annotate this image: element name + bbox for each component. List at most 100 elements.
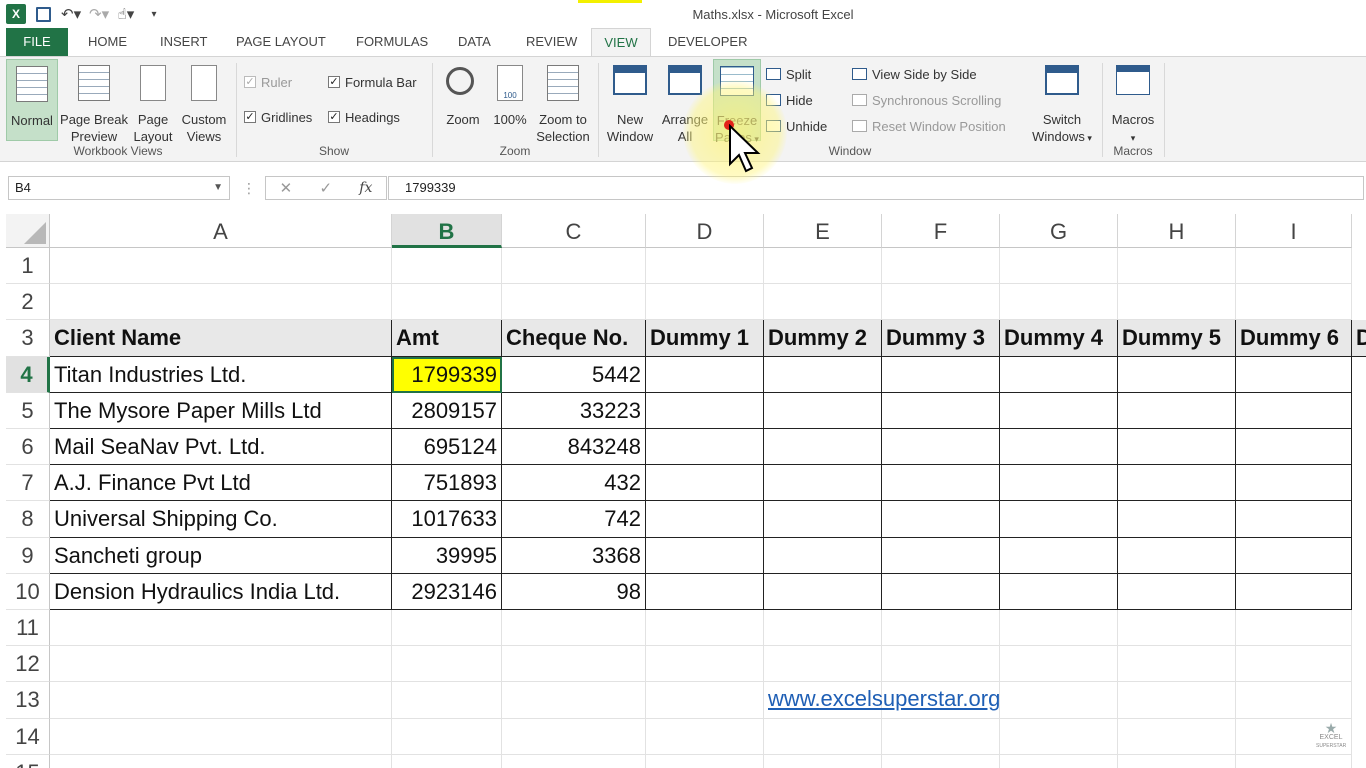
cell-a11[interactable] <box>50 610 392 647</box>
zoom-button[interactable]: Zoom <box>440 59 486 141</box>
cell-g5[interactable] <box>1000 392 1118 429</box>
view-side-by-side-button[interactable]: View Side by Side <box>852 65 977 83</box>
headings-checkbox[interactable]: ✓ Headings <box>328 108 400 126</box>
row-header-9[interactable]: 9 <box>6 537 50 574</box>
cell-f3[interactable]: Dummy 3 <box>882 320 1000 357</box>
cell-d10[interactable] <box>646 573 764 610</box>
custom-views-button[interactable]: Custom Views <box>178 59 230 144</box>
cell-g9[interactable] <box>1000 537 1118 574</box>
gridlines-checkbox[interactable]: ✓ Gridlines <box>244 108 312 126</box>
select-all-button[interactable] <box>6 214 50 248</box>
cell-d15[interactable] <box>646 754 764 768</box>
cell-f14[interactable] <box>882 718 1000 755</box>
cell-e6[interactable] <box>764 429 882 466</box>
cell-f6[interactable] <box>882 429 1000 466</box>
unhide-button[interactable]: Unhide <box>766 117 827 135</box>
cell-h3[interactable]: Dummy 5 <box>1118 320 1236 357</box>
cell-a8[interactable]: Universal Shipping Co. <box>50 501 392 538</box>
cell-g7[interactable] <box>1000 465 1118 502</box>
column-header-d[interactable]: D <box>646 214 764 248</box>
macros-button[interactable]: Macros ▾ <box>1106 59 1160 143</box>
row-header-11[interactable]: 11 <box>6 610 50 647</box>
row-header-8[interactable]: 8 <box>6 501 50 538</box>
cell-d8[interactable] <box>646 501 764 538</box>
cell-c11[interactable] <box>502 610 646 647</box>
cell-c2[interactable] <box>502 284 646 321</box>
ruler-checkbox[interactable]: ✓ Ruler <box>244 73 292 91</box>
row-header-2[interactable]: 2 <box>6 284 50 321</box>
cell-b11[interactable] <box>392 610 502 647</box>
cell-i15[interactable] <box>1236 754 1352 768</box>
cell-i10[interactable] <box>1236 573 1352 610</box>
cell-g6[interactable] <box>1000 429 1118 466</box>
cell-a10[interactable]: Dension Hydraulics India Ltd. <box>50 573 392 610</box>
cell-b10[interactable]: 2923146 <box>392 573 502 610</box>
cell-c7[interactable]: 432 <box>502 465 646 502</box>
cell-g11[interactable] <box>1000 610 1118 647</box>
cell-d7[interactable] <box>646 465 764 502</box>
column-header-h[interactable]: H <box>1118 214 1236 248</box>
cell-h13[interactable] <box>1118 682 1236 719</box>
tab-review[interactable]: REVIEW <box>516 28 587 56</box>
freeze-panes-button[interactable]: Freeze Panes ▾ <box>713 59 761 145</box>
column-header-b[interactable]: B <box>392 214 502 248</box>
save-icon[interactable] <box>36 6 51 22</box>
tab-formulas[interactable]: FORMULAS <box>346 28 438 56</box>
website-link[interactable]: www.excelsuperstar.org <box>768 686 1000 712</box>
cell-a6[interactable]: Mail SeaNav Pvt. Ltd. <box>50 429 392 466</box>
row-header-7[interactable]: 7 <box>6 465 50 502</box>
cell-i6[interactable] <box>1236 429 1352 466</box>
cell-f11[interactable] <box>882 610 1000 647</box>
cell-b9[interactable]: 39995 <box>392 537 502 574</box>
row-header-4[interactable]: 4 <box>6 356 50 393</box>
page-layout-view-button[interactable]: Page Layout <box>130 59 176 144</box>
cell-d3[interactable]: Dummy 1 <box>646 320 764 357</box>
row-header-3[interactable]: 3 <box>6 320 50 357</box>
cell-b4[interactable]: 1799339 <box>392 356 502 393</box>
cell-b15[interactable] <box>392 754 502 768</box>
cell-d12[interactable] <box>646 646 764 683</box>
formula-bar-checkbox[interactable]: ✓ Formula Bar <box>328 73 417 91</box>
cell-e15[interactable] <box>764 754 882 768</box>
cell-c8[interactable]: 742 <box>502 501 646 538</box>
name-box[interactable]: B4 ▼ <box>8 176 230 200</box>
cell-i7[interactable] <box>1236 465 1352 502</box>
cell-a9[interactable]: Sancheti group <box>50 537 392 574</box>
cell-b14[interactable] <box>392 718 502 755</box>
cell-i8[interactable] <box>1236 501 1352 538</box>
cell-f1[interactable] <box>882 248 1000 285</box>
cell-g2[interactable] <box>1000 284 1118 321</box>
cell-e12[interactable] <box>764 646 882 683</box>
row-header-15[interactable]: 15 <box>6 754 50 768</box>
undo-icon[interactable]: ↶▾ <box>61 5 81 23</box>
cell-c10[interactable]: 98 <box>502 573 646 610</box>
row-header-10[interactable]: 10 <box>6 573 50 610</box>
column-header-c[interactable]: C <box>502 214 646 248</box>
cell-h1[interactable] <box>1118 248 1236 285</box>
cell-c4[interactable]: 5442 <box>502 356 646 393</box>
cell-f5[interactable] <box>882 392 1000 429</box>
cell-e2[interactable] <box>764 284 882 321</box>
row-header-13[interactable]: 13 <box>6 682 50 719</box>
row-header-1[interactable]: 1 <box>6 248 50 285</box>
cell-a3[interactable]: Client Name <box>50 320 392 357</box>
cell-b8[interactable]: 1017633 <box>392 501 502 538</box>
cell-i12[interactable] <box>1236 646 1352 683</box>
cancel-icon[interactable]: ✕ <box>280 179 293 197</box>
cell-d5[interactable] <box>646 392 764 429</box>
cell-d14[interactable] <box>646 718 764 755</box>
switch-windows-button[interactable]: Switch Windows ▾ <box>1028 59 1096 144</box>
cell-e5[interactable] <box>764 392 882 429</box>
column-header-g[interactable]: G <box>1000 214 1118 248</box>
cell-c9[interactable]: 3368 <box>502 537 646 574</box>
cell-b5[interactable]: 2809157 <box>392 392 502 429</box>
cell-c1[interactable] <box>502 248 646 285</box>
cell-g13[interactable] <box>1000 682 1118 719</box>
zoom-to-selection-button[interactable]: Zoom to Selection <box>532 59 594 144</box>
cell-e7[interactable] <box>764 465 882 502</box>
cell-d4[interactable] <box>646 356 764 393</box>
cell-b2[interactable] <box>392 284 502 321</box>
cell-c3[interactable]: Cheque No. <box>502 320 646 357</box>
formula-input[interactable]: 1799339 <box>388 176 1364 200</box>
cell-h8[interactable] <box>1118 501 1236 538</box>
